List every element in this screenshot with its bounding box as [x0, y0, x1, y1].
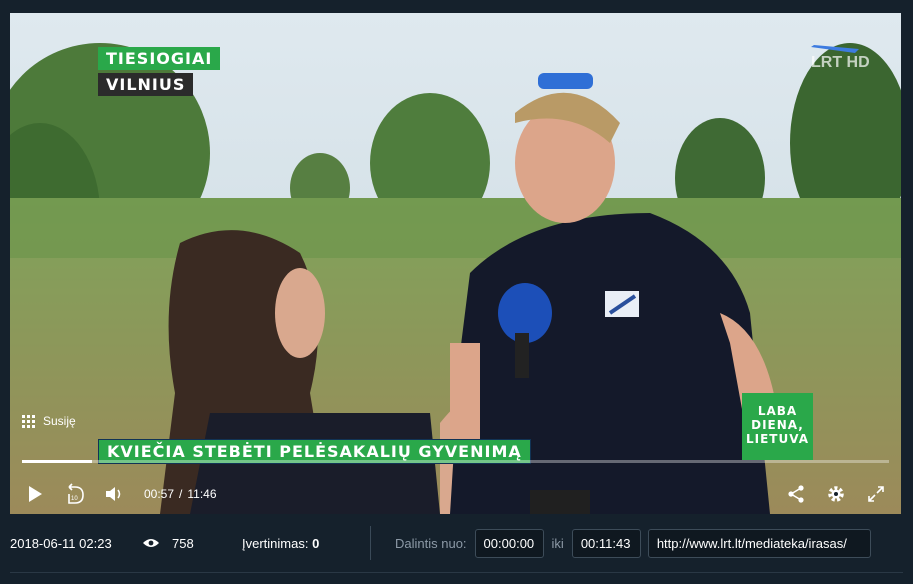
related-label: Susiję [43, 414, 76, 428]
view-count: 758 [142, 536, 242, 551]
video-player[interactable]: TIESIOGIAI VILNIUS KVIEČIA STEBĖTI PELĖS… [10, 13, 901, 514]
duration: 11:46 [187, 487, 217, 501]
volume-icon [106, 487, 121, 501]
time-separator: / [179, 487, 183, 501]
rating: Įvertinimas: 0 [242, 536, 370, 551]
show-badge-line: LABA [757, 404, 798, 418]
volume-button[interactable] [104, 483, 126, 505]
share-from-input[interactable] [474, 528, 544, 558]
rating-value: 0 [312, 535, 320, 551]
gear-icon [828, 486, 844, 502]
channel-logo-icon: LRT HD [811, 45, 870, 71]
eye-icon [143, 539, 159, 547]
current-time: 00:57 [144, 487, 175, 501]
show-badge-line: LIETUVA [746, 432, 809, 446]
live-badge: TIESIOGIAI [98, 47, 221, 70]
progress-bar[interactable] [22, 460, 889, 463]
time-display: 00:57 / 11:46 [144, 487, 217, 501]
rewind-seconds: 10 [71, 496, 78, 502]
share-icon [788, 485, 804, 503]
channel-logo-text: LRT HD [811, 54, 870, 69]
divider [370, 526, 371, 560]
channel-logo: LRT HD [811, 43, 871, 71]
show-badge: LABA DIENA, LIETUVA [742, 393, 813, 460]
settings-button[interactable] [825, 483, 847, 505]
bottom-divider [10, 572, 903, 573]
views-value: 758 [172, 535, 194, 551]
progress-fill [22, 460, 93, 463]
grid-icon [22, 414, 35, 428]
fullscreen-button[interactable] [865, 483, 887, 505]
rewind-10-icon: 10 [68, 483, 84, 504]
share-to-input[interactable] [571, 528, 641, 558]
rating-label: Įvertinimas: [242, 535, 309, 551]
related-button[interactable]: Susiję [22, 414, 76, 428]
fullscreen-icon [868, 486, 884, 502]
share-url-field[interactable] [647, 528, 871, 558]
share-to-label: iki [551, 535, 564, 551]
play-icon [29, 486, 42, 502]
share-from-label: Dalintis nuo: [395, 535, 467, 551]
control-bar: 10 00:57 / 11:46 [10, 474, 901, 514]
rewind-button[interactable]: 10 [64, 483, 86, 505]
share-button[interactable] [785, 483, 807, 505]
video-info-bar: 2018-06-11 02:23 758 Įvertinimas: 0 Dali… [0, 514, 913, 572]
play-button[interactable] [24, 483, 46, 505]
show-badge-line: DIENA, [751, 418, 804, 432]
city-badge: VILNIUS [98, 73, 194, 96]
publish-date: 2018-06-11 02:23 [10, 535, 112, 551]
